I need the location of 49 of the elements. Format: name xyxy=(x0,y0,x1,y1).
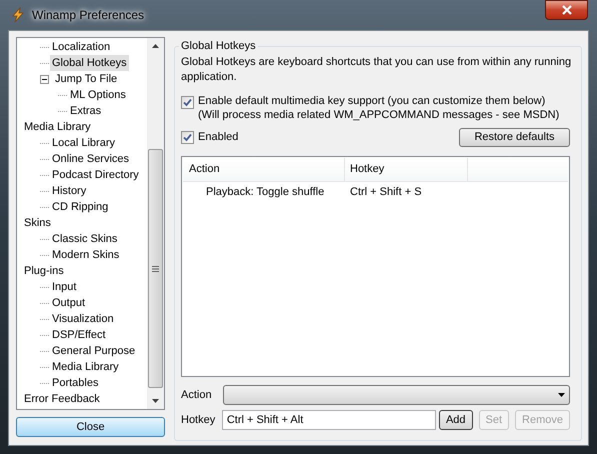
tree-item[interactable]: Global Hotkeys xyxy=(50,55,129,71)
tree-item[interactable]: Modern Skins xyxy=(50,247,122,263)
tree-item[interactable]: Online Services xyxy=(50,151,132,167)
tree-item[interactable]: Input xyxy=(50,279,78,295)
checkbox-label: Enable default multimedia key support (you can customize them below) xyxy=(198,94,546,108)
close-button[interactable] xyxy=(545,0,588,20)
checkbox[interactable] xyxy=(181,96,194,109)
action-label: Action xyxy=(181,388,213,403)
tree-item[interactable]: Jump To File xyxy=(53,71,120,87)
table-cell-text: Playback: Toggle shuffle xyxy=(205,184,326,200)
tree-item[interactable]: Extras xyxy=(68,103,104,119)
tree-item[interactable]: General Purpose xyxy=(50,343,138,359)
collapse-icon[interactable] xyxy=(40,74,49,84)
hotkey-label: Hotkey xyxy=(181,412,216,428)
tree-item[interactable]: Local Library xyxy=(50,135,117,151)
checkbox-note: (Will process media related WM_APPCOMMAND messages - see MSDN) xyxy=(198,108,560,122)
grip-icon xyxy=(152,264,159,272)
tree-item[interactable]: CD Ripping xyxy=(50,199,110,215)
group-title: Global Hotkeys xyxy=(179,38,258,54)
tree-item[interactable]: Classic Skins xyxy=(50,231,120,247)
tree-item[interactable]: DSP/Effect xyxy=(50,327,108,343)
column-header[interactable]: Hotkey xyxy=(345,158,468,181)
tree-item[interactable]: Localization xyxy=(50,39,112,55)
action-dropdown[interactable] xyxy=(223,385,570,405)
scrollbar[interactable] xyxy=(147,38,164,409)
hotkey-field[interactable]: Ctrl + Shift + Alt xyxy=(222,410,436,430)
tree-item[interactable]: Portables xyxy=(50,375,100,391)
checkbox-label: Enabled xyxy=(198,130,238,146)
hotkey-button[interactable]: Add xyxy=(438,410,473,430)
tree-item[interactable]: Skins xyxy=(22,215,53,231)
tree-item[interactable]: Error Feedback xyxy=(22,391,102,407)
column-header[interactable]: Action xyxy=(183,158,345,181)
restore-defaults-button[interactable]: Restore defaults xyxy=(459,128,570,147)
tree-item[interactable]: Output xyxy=(50,295,88,311)
tree-item[interactable]: History xyxy=(50,183,88,199)
tree-item[interactable]: Media Library xyxy=(22,119,93,135)
tree-item[interactable]: Media Library xyxy=(50,359,121,375)
description: Global Hotkeys are keyboard shortcuts that you can use from within any running application. xyxy=(181,55,572,85)
lightning-icon xyxy=(10,7,26,23)
table-cell-text: Ctrl + Shift + S xyxy=(349,184,422,200)
close-dialog-button[interactable]: Close xyxy=(16,417,165,437)
window-title: Winamp Preferences xyxy=(32,7,144,24)
tree-item[interactable]: Podcast Directory xyxy=(50,167,141,183)
caret-icon xyxy=(558,393,565,397)
tree-item[interactable]: Visualization xyxy=(50,311,116,327)
tree-item[interactable]: Plug-ins xyxy=(22,263,66,279)
close-icon xyxy=(560,5,572,15)
checkbox[interactable] xyxy=(181,131,194,144)
tree-item[interactable]: ML Options xyxy=(68,87,128,103)
